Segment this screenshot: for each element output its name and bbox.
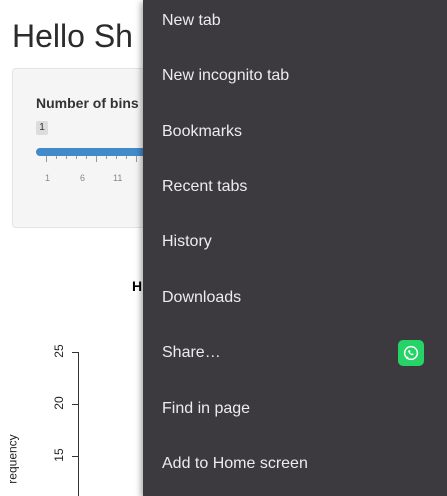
whatsapp-icon[interactable] (398, 340, 424, 366)
menu-item-label: New incognito tab (162, 66, 290, 84)
menu-item-label: Downloads (162, 288, 242, 306)
y-tick-label: 15 (52, 448, 66, 462)
y-tick (72, 456, 79, 457)
menu-item-new-incognito-tab[interactable]: New incognito tab (143, 48, 447, 103)
slider-tick-label: 11 (113, 173, 123, 183)
slider-min-badge: 1 (36, 121, 48, 135)
menu-item-label: Find in page (162, 399, 251, 417)
menu-item-downloads[interactable]: Downloads (143, 270, 447, 325)
slider-tick-label: 1 (45, 173, 51, 183)
menu-item-history[interactable]: History (143, 214, 447, 269)
page-title: Hello Sh (12, 18, 133, 54)
menu-item-add-to-home-screen[interactable]: Add to Home screen (143, 436, 447, 491)
menu-item-label: Recent tabs (162, 177, 248, 195)
browser-overflow-menu: New tab New incognito tab Bookmarks Rece… (143, 0, 447, 496)
menu-item-find-in-page[interactable]: Find in page (143, 381, 447, 436)
slider-tick-label: 6 (80, 173, 86, 183)
y-tick-label: 25 (52, 344, 66, 358)
menu-item-label: Share… (162, 343, 221, 361)
y-axis (78, 352, 79, 496)
menu-item-label: Add to Home screen (162, 454, 308, 472)
menu-item-bookmarks[interactable]: Bookmarks (143, 104, 447, 159)
y-tick (72, 404, 79, 405)
y-axis-title: requency (5, 434, 20, 484)
bins-label: Number of bins (36, 95, 139, 111)
menu-item-label: Bookmarks (162, 122, 243, 140)
plot-title: H (132, 278, 143, 294)
y-tick (72, 352, 79, 353)
menu-item-new-tab[interactable]: New tab (143, 0, 447, 48)
menu-item-share[interactable]: Share… (143, 325, 447, 380)
menu-item-recent-tabs[interactable]: Recent tabs (143, 159, 447, 214)
y-tick-label: 20 (52, 396, 66, 410)
menu-item-label: History (162, 232, 212, 250)
menu-item-label: New tab (162, 11, 221, 29)
